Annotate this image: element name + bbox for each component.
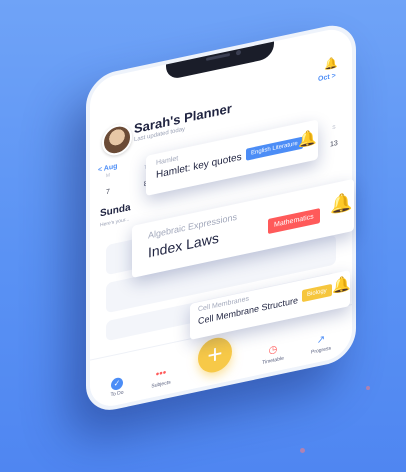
tab-subjects[interactable]: ••• Subjects [138,363,184,393]
next-month-button[interactable]: Oct > [318,72,336,83]
bell-icon[interactable]: 🔔 [332,274,351,296]
decor-dot [366,386,370,390]
day-item[interactable]: S 13 [324,123,344,153]
decor-dot [300,448,305,453]
subject-badge: Mathematics [268,208,320,235]
day-item[interactable]: M7 [98,171,118,201]
add-button[interactable]: + [198,334,232,376]
tab-progress[interactable]: ↗ Progress [298,329,344,359]
bell-icon[interactable]: 🔔 [330,191,352,217]
subject-badge: Biology [302,283,332,303]
camera [236,49,241,56]
avatar[interactable] [102,121,132,159]
subject-badge: English Literature [246,136,303,161]
tab-todo[interactable]: ✓ To Do [94,372,140,402]
bell-icon[interactable]: 🔔 [298,128,317,150]
speaker [206,52,230,61]
bell-icon[interactable]: 🔔 [324,56,338,72]
phone-notch [166,37,274,81]
tab-timetable[interactable]: ◷ Timetable [250,339,296,369]
